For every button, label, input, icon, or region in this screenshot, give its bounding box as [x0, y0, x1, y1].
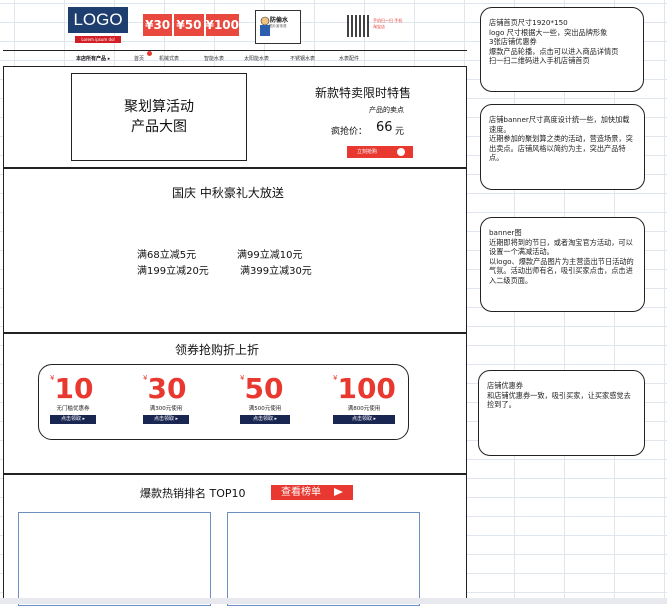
- note-text: 店铺banner尺寸高度设计统一些，加快加载速度。 近期参加的聚划算之类的活动，…: [489, 115, 633, 163]
- nav-item-accessories[interactable]: 水表配件: [339, 55, 359, 62]
- header-coupon[interactable]: ¥30: [143, 14, 173, 36]
- discount-item: 满399立减30元: [240, 266, 312, 277]
- coupon-value: 50: [244, 372, 284, 405]
- qr-code-icon[interactable]: [347, 15, 369, 37]
- nav-item-home[interactable]: 首页: [134, 55, 144, 62]
- product-card[interactable]: [227, 512, 420, 606]
- discount-item: 满68立减5元: [137, 250, 197, 261]
- coupon-card[interactable]: ¥100 满800元使用 点击领取 ▸: [333, 372, 396, 424]
- coupon-value: 10: [54, 372, 94, 405]
- logo-subtitle: Lorem ipsum dol: [75, 36, 121, 43]
- claim-coupon-button[interactable]: 点击领取 ▸: [240, 415, 290, 424]
- festival-title: 国庆 中秋豪礼大放送: [172, 186, 284, 200]
- promo-title: 新款特卖限时特售: [315, 86, 412, 100]
- claim-coupon-button[interactable]: 点击领取 ▸: [50, 415, 96, 424]
- qr-caption: 手机扫一扫 手机淘宝店: [373, 18, 403, 29]
- coupon-card[interactable]: ¥10 无门槛优惠券 点击领取 ▸: [50, 374, 96, 424]
- view-ranking-label: 查看榜单: [281, 487, 321, 498]
- nav-item-all-products[interactable]: 本店所有产品 ▸: [76, 55, 110, 62]
- discount-item: 满99立减10元: [237, 250, 303, 261]
- coupon-desc: 满800元使用: [347, 406, 381, 412]
- nav-item-solar[interactable]: 太阳能水表: [244, 55, 269, 62]
- header-coupon[interactable]: ¥50: [174, 14, 204, 36]
- claim-coupon-button[interactable]: 点击领取 ▸: [143, 415, 189, 424]
- mascot-name: 防偷水: [270, 17, 289, 24]
- note-text: 店铺优惠券 和店铺优惠券一致，吸引买家，让买家感觉去捡到了。: [487, 381, 631, 410]
- view-ranking-button[interactable]: 查看榜单: [271, 485, 353, 500]
- logo[interactable]: LOGO: [68, 7, 128, 33]
- buy-now-label: 立刻抢购: [357, 149, 378, 155]
- banner-line: 产品大图: [131, 119, 187, 135]
- promo-price-unit: 元: [395, 127, 405, 137]
- annotation-note: 店铺优惠券 和店铺优惠券一致，吸引买家，让买家感觉去捡到了。: [478, 370, 645, 456]
- coupon-desc: 无门槛优惠券: [56, 406, 90, 412]
- coupon-section-title: 领券抢购折上折: [175, 343, 260, 357]
- coupon-card[interactable]: ¥50 满500元使用 点击领取 ▸: [240, 374, 290, 424]
- annotation-note: 店铺首页尺寸1920*150 logo 尺寸根据大一些，突出品牌形象 3张店铺优…: [480, 7, 644, 92]
- mascot-subtitle: 图片宣传语: [269, 24, 287, 28]
- coupon-value: 30: [147, 372, 187, 405]
- promo-subtitle: 产品的卖点: [369, 106, 404, 114]
- nav-item-stainless[interactable]: 不锈钢水表: [290, 55, 315, 62]
- promo-price-label: 疯抢价：: [331, 127, 368, 137]
- coupon-desc: 满300元使用: [149, 406, 183, 412]
- juhuasuan-banner[interactable]: 聚划算活动 产品大图: [71, 73, 247, 161]
- ranking-title: 爆款热销排名 TOP10: [140, 487, 246, 500]
- header-coupon-strip[interactable]: ¥30 ¥50 ¥100: [143, 14, 239, 36]
- circle-icon: [397, 148, 405, 156]
- annotation-note: banner图 近期即将到的节日，或者淘宝官方活动，可以设置一个满减活动。 以l…: [480, 217, 645, 312]
- horizontal-scrollbar[interactable]: [0, 598, 667, 604]
- note-text: banner图 近期即将到的节日，或者淘宝官方活动，可以设置一个满减活动。 以l…: [489, 228, 634, 285]
- buy-now-button[interactable]: 立刻抢购: [347, 146, 413, 158]
- nav-notification-dot: [147, 51, 152, 56]
- coupon-desc: 满500元使用: [248, 406, 282, 412]
- header-coupon[interactable]: ¥100: [205, 14, 239, 36]
- claim-coupon-button[interactable]: 点击领取 ▸: [333, 415, 395, 424]
- annotation-note: 店铺banner尺寸高度设计统一些，加快加载速度。 近期参加的聚划算之类的活动，…: [480, 104, 645, 190]
- nav-item-mechanical[interactable]: 机械式表: [159, 55, 179, 62]
- banner-line: 聚划算活动: [124, 99, 194, 115]
- nav-item-smart[interactable]: 智能水表: [204, 55, 224, 62]
- note-text: 店铺首页尺寸1920*150 logo 尺寸根据大一些，突出品牌形象 3张店铺优…: [489, 18, 619, 66]
- product-card[interactable]: [18, 512, 211, 606]
- discount-item: 满199立减20元: [137, 266, 209, 277]
- coupon-card[interactable]: ¥30 满300元使用 点击领取 ▸: [143, 374, 189, 424]
- promo-price: 66: [376, 120, 393, 135]
- coupon-value: 100: [337, 372, 396, 405]
- play-arrow-icon: [334, 488, 343, 496]
